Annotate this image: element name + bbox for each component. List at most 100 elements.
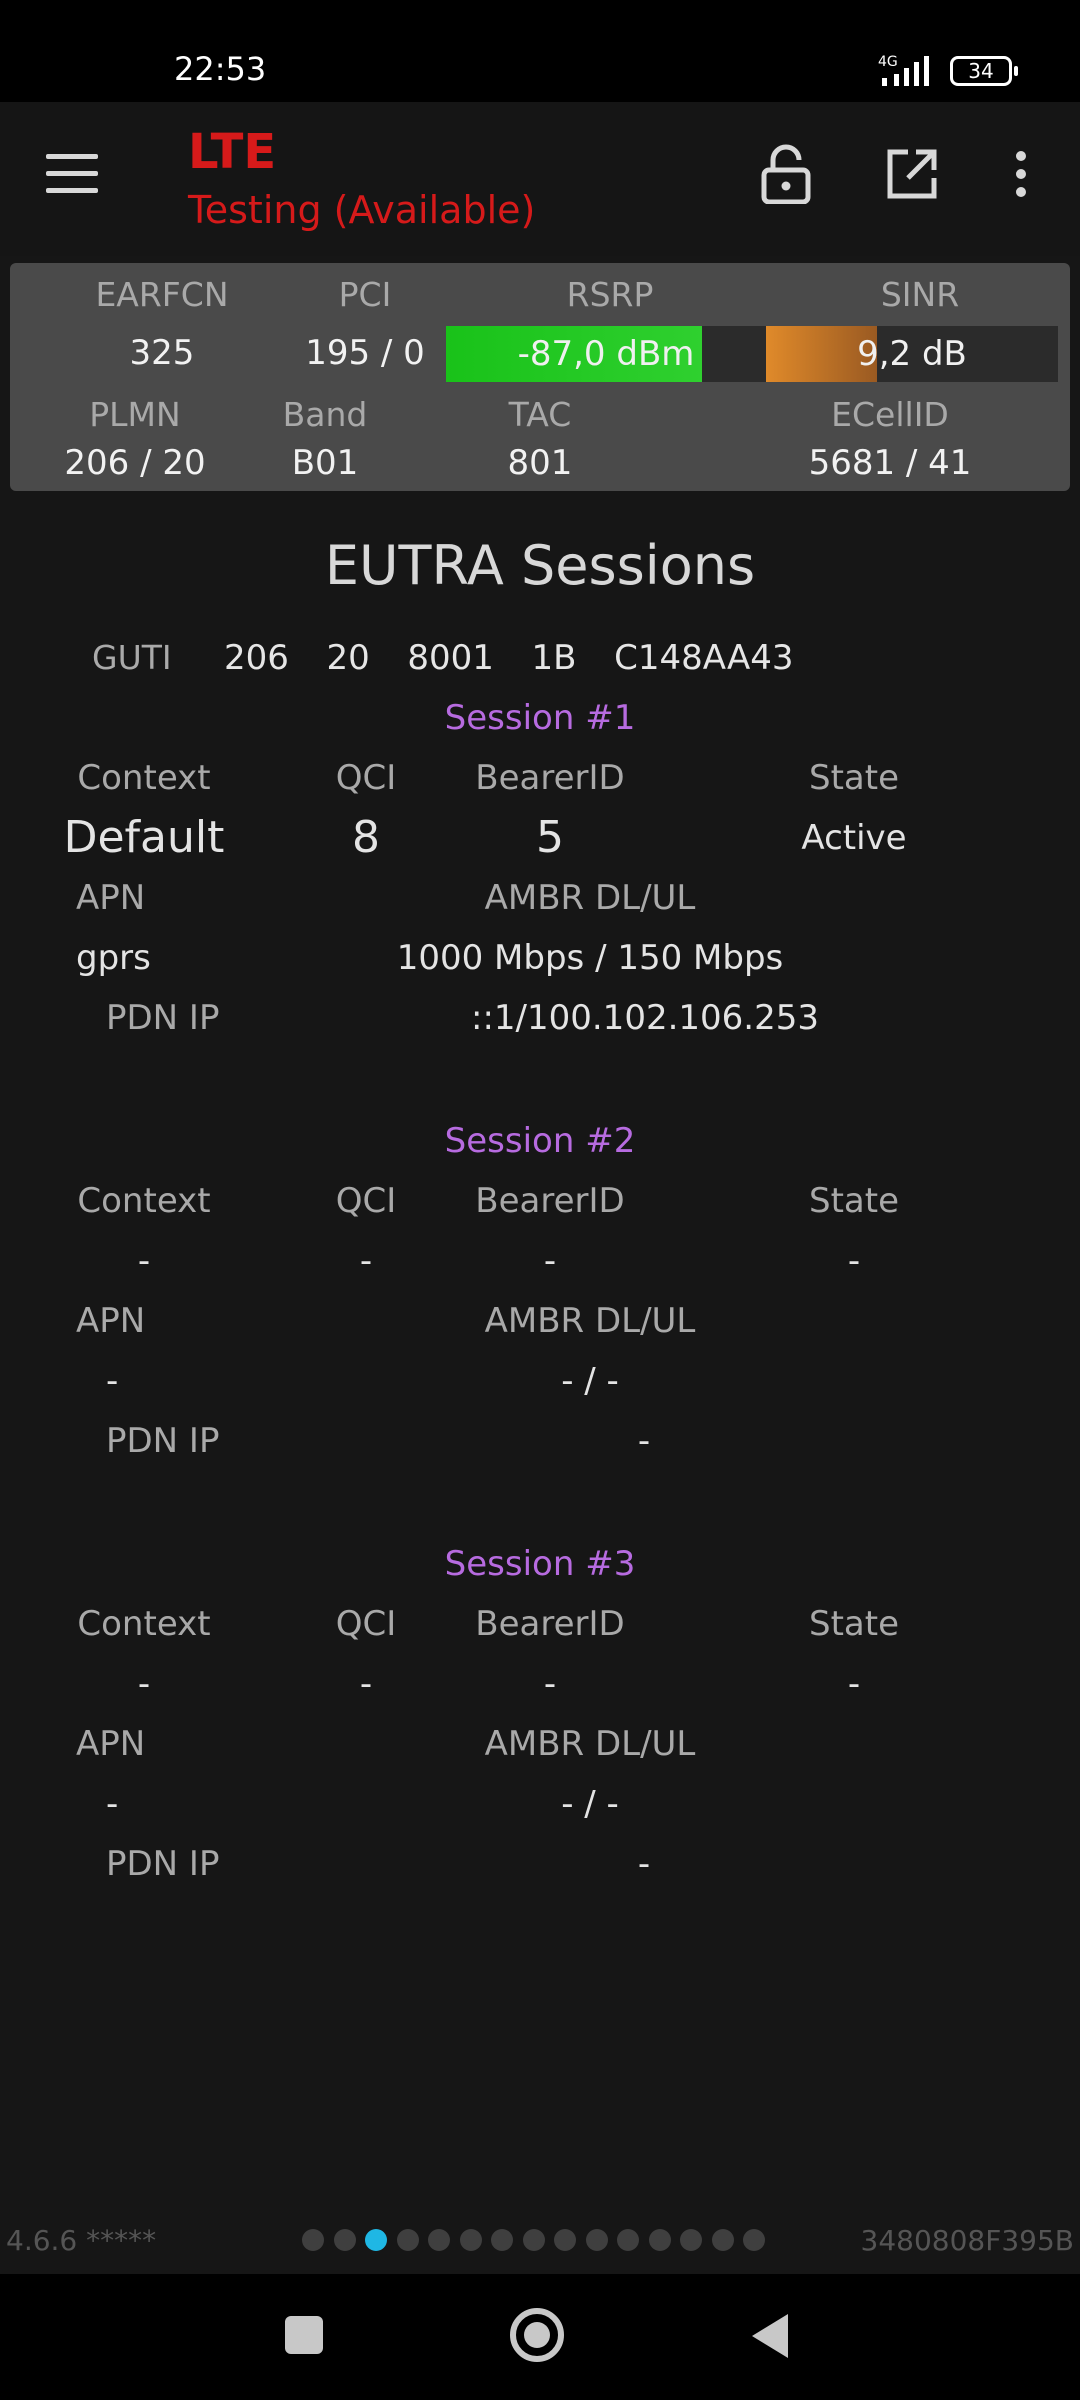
qci-label: QCI [335,758,397,798]
pci-label: PCI [338,275,392,314]
page-dot[interactable] [459,2229,482,2251]
sinr-meter: 9,2 dB [766,326,1058,382]
page-dot[interactable] [333,2229,356,2251]
apn-label: APN [76,1301,146,1341]
bearer-label: BearerID [475,1604,625,1644]
context-value: - [137,1664,151,1704]
recents-button[interactable] [285,2316,323,2354]
more-vert-icon[interactable] [1006,144,1036,204]
guti-label: GUTI [92,638,172,677]
open-external-icon[interactable] [882,144,942,204]
guti-value: 206 20 8001 1B C148AA43 [224,638,794,678]
ambr-label: AMBR DL/UL [484,1301,696,1341]
band-label: Band [282,395,368,434]
apn-value: - [106,1361,119,1401]
home-button[interactable] [510,2308,564,2362]
context-value: - [137,1241,151,1281]
qci-label: QCI [335,1181,397,1221]
apn-value: - [106,1784,119,1824]
ambr-value: - / - [561,1361,619,1401]
earfcn-label: EARFCN [95,275,229,314]
network-type-label: 4G [878,54,898,70]
ambr-label: AMBR DL/UL [484,878,696,918]
qci-value: - [359,1664,373,1704]
state-value: - [847,1664,861,1704]
state-label: State [809,1181,899,1221]
unlock-icon[interactable] [756,144,816,204]
app-subtitle: Testing (Available) [188,188,536,232]
menu-icon[interactable] [46,154,98,194]
rsrp-meter: -87,0 dBm [446,326,766,382]
session-title: Session #3 [444,1544,636,1584]
apn-label: APN [76,878,146,918]
bearer-value: - [543,1664,557,1704]
page-dot[interactable] [428,2229,450,2251]
ambr-label: AMBR DL/UL [484,1724,696,1764]
earfcn-value: 325 [129,333,195,373]
context-value: Default [63,812,225,863]
apn-value: gprs [76,938,151,978]
pdn-ip-value: - [637,1421,651,1461]
state-value: Active [801,818,907,858]
page-dot[interactable] [648,2229,671,2251]
qci-label: QCI [335,1604,397,1644]
app-bar: LTE Testing (Available) [0,102,1080,256]
session-title: Session #2 [444,1121,636,1161]
plmn-label: PLMN [89,395,181,434]
ecellid-value: 5681 / 41 [808,443,972,483]
bearer-value: 5 [536,812,564,863]
page-dot[interactable] [617,2229,639,2251]
navigation-bar [0,2274,1080,2400]
bearer-label: BearerID [475,1181,625,1221]
status-time: 22:53 [174,50,267,88]
pdn-ip-value: - [637,1844,651,1884]
page-dot[interactable] [680,2229,702,2251]
state-label: State [809,758,899,798]
qci-value: 8 [352,812,380,863]
band-value: B01 [291,443,359,483]
status-bar: 22:53 4G 34 [0,0,1080,102]
qci-value: - [359,1241,373,1281]
pdn-ip-label: PDN IP [106,1844,220,1884]
context-label: Context [77,1604,211,1644]
back-button[interactable] [752,2314,788,2358]
sinr-value: 9,2 dB [857,334,967,374]
state-label: State [809,1604,899,1644]
section-title: EUTRA Sessions [324,534,756,597]
page-dot[interactable] [554,2229,576,2251]
ambr-value: 1000 Mbps / 150 Mbps [396,938,784,978]
bearer-value: - [543,1241,557,1281]
page-dot[interactable] [302,2229,324,2251]
context-label: Context [77,1181,211,1221]
device-id: 3480808F395B [860,2224,1074,2257]
battery-icon: 34 [950,56,1018,86]
page-dot[interactable] [743,2229,765,2251]
context-label: Context [77,758,211,798]
page-dot[interactable] [491,2229,513,2251]
tac-value: 801 [507,443,573,483]
state-value: - [847,1241,861,1281]
page-dot[interactable] [365,2229,387,2251]
page-dot[interactable] [711,2229,734,2251]
ecellid-label: ECellID [831,395,949,434]
pdn-ip-label: PDN IP [106,1421,220,1461]
apn-label: APN [76,1724,146,1764]
page-dot[interactable] [396,2229,419,2251]
page-dot[interactable] [522,2229,545,2251]
plmn-value: 206 / 20 [64,443,206,483]
pdn-ip-value: ::1/100.102.106.253 [470,998,819,1038]
cell-info-panel: EARFCN PCI RSRP SINR 325 195 / 0 -87,0 d… [10,263,1070,491]
session-title: Session #1 [444,698,636,738]
bearer-label: BearerID [475,758,625,798]
rsrp-value: -87,0 dBm [517,334,695,374]
tac-label: TAC [508,395,572,434]
rsrp-label: RSRP [566,275,654,314]
ambr-value: - / - [561,1784,619,1824]
pci-value: 195 / 0 [305,333,425,373]
sinr-label: SINR [880,275,960,314]
app-title: LTE [188,124,277,180]
page-indicator[interactable] [302,2229,765,2251]
version-label: 4.6.6 ***** [6,2224,157,2257]
page-dot[interactable] [585,2229,608,2251]
pdn-ip-label: PDN IP [106,998,220,1038]
